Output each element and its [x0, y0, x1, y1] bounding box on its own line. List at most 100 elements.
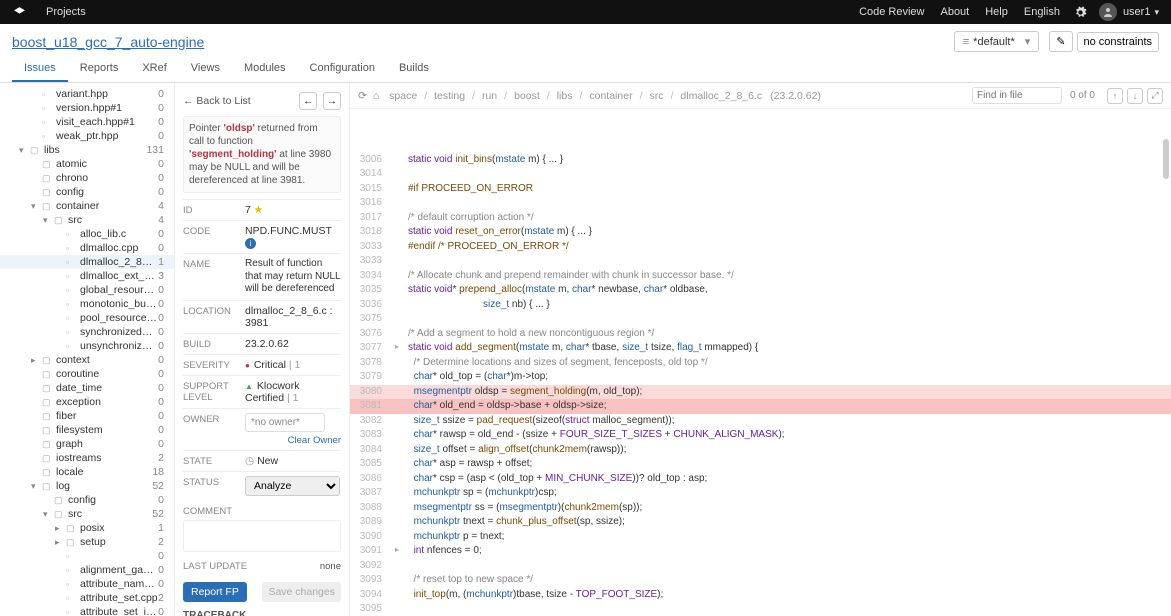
tree-file[interactable]: unsynchronized_pool…0 — [0, 339, 174, 353]
no-constraints-button[interactable]: no constraints — [1077, 32, 1159, 52]
tree-folder[interactable]: config0 — [0, 185, 174, 199]
tree-folder[interactable]: ▸posix1 — [0, 521, 174, 535]
code-line[interactable]: 3077▸static void add_segment(mstate m, c… — [350, 341, 1171, 356]
project-title[interactable]: boost_u18_gcc_7_auto-engine — [12, 34, 204, 50]
tree-folder[interactable]: ▾container4 — [0, 199, 174, 213]
nav-code-review[interactable]: Code Review — [859, 6, 924, 18]
code-line[interactable]: 3015#if PROCEED_ON_ERROR — [350, 182, 1171, 197]
next-issue-button[interactable]: → — [323, 92, 341, 110]
tab-configuration[interactable]: Configuration — [298, 56, 387, 82]
info-icon[interactable]: i — [245, 238, 256, 249]
tab-issues[interactable]: Issues — [12, 56, 68, 82]
code-line[interactable]: 3091▸ int nfences = 0; — [350, 544, 1171, 559]
tree-file[interactable]: alignment_gap_betwe…0 — [0, 563, 174, 577]
nav-projects[interactable]: Projects — [46, 6, 86, 18]
tab-builds[interactable]: Builds — [387, 56, 441, 82]
code-line[interactable]: 3089 mchunkptr tnext = chunk_plus_offset… — [350, 515, 1171, 530]
tree-folder[interactable]: graph0 — [0, 437, 174, 451]
refresh-icon[interactable]: ⟳ — [358, 90, 367, 102]
tree-folder[interactable]: iostreams2 — [0, 451, 174, 465]
tree-file[interactable]: global_resource.cpp0 — [0, 283, 174, 297]
tree-folder[interactable]: ▾libs131 — [0, 143, 174, 157]
code-line[interactable]: 3016 — [350, 196, 1171, 211]
code-line[interactable]: 3035static void* prepend_alloc(mstate m,… — [350, 283, 1171, 298]
owner-field[interactable]: *no owner* — [245, 413, 325, 432]
tree-folder[interactable]: ▾src4 — [0, 213, 174, 227]
tree-file[interactable]: dlmalloc.cpp0 — [0, 241, 174, 255]
tab-modules[interactable]: Modules — [232, 56, 298, 82]
code-line[interactable]: 3076/* Add a segment to hold a new nonco… — [350, 327, 1171, 342]
code-line[interactable]: 3092 — [350, 559, 1171, 574]
find-prev-button[interactable]: ↑ — [1107, 88, 1123, 104]
code-line[interactable]: 3090 mchunkptr p = tnext; — [350, 530, 1171, 545]
prev-issue-button[interactable]: ← — [299, 92, 317, 110]
comment-textarea[interactable] — [183, 520, 341, 552]
code-line[interactable]: 3079 char* old_top = (char*)m->top; — [350, 370, 1171, 385]
tab-views[interactable]: Views — [179, 56, 232, 82]
home-icon[interactable]: ⌂ — [373, 90, 379, 102]
tree-folder[interactable]: locale18 — [0, 465, 174, 479]
code-line[interactable]: 3017/* default corruption action */ — [350, 211, 1171, 226]
back-to-list[interactable]: ← Back to List — [183, 95, 251, 107]
code-line[interactable]: 3080 msegmentptr oldsp = segment_holding… — [350, 385, 1171, 400]
tree-folder[interactable]: ▾src52 — [0, 507, 174, 521]
tree-folder[interactable]: filesystem0 — [0, 423, 174, 437]
tree-folder[interactable]: ▾log52 — [0, 479, 174, 493]
tree-folder[interactable]: exception0 — [0, 395, 174, 409]
code-line[interactable]: 3083 char* rawsp = old_end - (ssize + FO… — [350, 428, 1171, 443]
scrollbar-thumb[interactable] — [1163, 139, 1169, 179]
tab-reports[interactable]: Reports — [68, 56, 131, 82]
app-logo[interactable] — [12, 5, 26, 19]
tree-folder[interactable]: ▸setup2 — [0, 535, 174, 549]
tree-file[interactable]: dlmalloc_2_8_6.c1 — [0, 255, 174, 269]
tree-folder[interactable]: fiber0 — [0, 409, 174, 423]
code-line[interactable]: 3095 — [350, 602, 1171, 616]
code-line[interactable]: 3018static void reset_on_error(mstate m)… — [350, 225, 1171, 240]
code-line[interactable]: 3085 char* asp = rawsp + offset; — [350, 457, 1171, 472]
find-next-button[interactable]: ↓ — [1127, 88, 1143, 104]
tree-file[interactable]: attribute_set.cpp2 — [0, 591, 174, 605]
code-line[interactable]: 3006static void init_bins(mstate m) { ..… — [350, 153, 1171, 168]
user-avatar[interactable] — [1099, 3, 1117, 21]
nav-language[interactable]: English — [1024, 6, 1060, 18]
code-line[interactable]: 3084 size_t offset = align_offset(chunk2… — [350, 443, 1171, 458]
tree-file[interactable]: version.hpp#10 — [0, 101, 174, 115]
tree-file[interactable]: visit_each.hpp#10 — [0, 115, 174, 129]
view-selector[interactable]: ≡ *default* ▾ — [954, 31, 1040, 52]
tree-folder[interactable]: config0 — [0, 493, 174, 507]
tree-folder[interactable]: date_time0 — [0, 381, 174, 395]
code-line[interactable]: 3014 — [350, 167, 1171, 182]
edit-view-button[interactable]: ✎ — [1049, 31, 1072, 52]
code-line[interactable]: 3086 char* csp = (asp < (old_top + MIN_C… — [350, 472, 1171, 487]
code-line[interactable]: 3081 char* old_end = oldsp->base + oldsp… — [350, 399, 1171, 414]
find-in-file-input[interactable] — [972, 87, 1062, 104]
clear-owner-link[interactable]: Clear Owner — [288, 435, 341, 446]
gear-icon[interactable] — [1074, 6, 1087, 19]
code-line[interactable]: 3078 /* Determine locations and sizes of… — [350, 356, 1171, 371]
save-changes-button[interactable]: Save changes — [262, 582, 341, 602]
tree-folder[interactable]: ▸context0 — [0, 353, 174, 367]
expand-code-button[interactable]: ⤢ — [1147, 88, 1163, 104]
code-line[interactable]: 3034/* Allocate chunk and prepend remain… — [350, 269, 1171, 284]
tree-file[interactable]: alloc_lib.c0 — [0, 227, 174, 241]
star-icon[interactable]: ★ — [254, 204, 263, 216]
code-line[interactable]: 3087 mchunkptr sp = (mchunkptr)csp; — [350, 486, 1171, 501]
user-menu-caret[interactable]: ▾ — [1154, 7, 1159, 18]
code-line[interactable]: 3093 /* reset top to new space */ — [350, 573, 1171, 588]
nav-about[interactable]: About — [940, 6, 969, 18]
tab-xref[interactable]: XRef — [130, 56, 178, 82]
code-line[interactable]: 3033#endif /* PROCEED_ON_ERROR */ — [350, 240, 1171, 255]
tree-file[interactable]: dlmalloc_ext_2_8_6.c3 — [0, 269, 174, 283]
tree-folder[interactable]: atomic0 — [0, 157, 174, 171]
report-fp-button[interactable]: Report FP — [183, 582, 247, 602]
tree-file[interactable]: weak_ptr.hpp0 — [0, 129, 174, 143]
tree-folder[interactable]: chrono0 — [0, 171, 174, 185]
code-line[interactable]: 3094 init_top(m, (mchunkptr)tbase, tsize… — [350, 588, 1171, 603]
tree-file[interactable]: attribute_set_impl.hpp0 — [0, 605, 174, 616]
code-line[interactable]: 3082 size_t ssize = pad_request(sizeof(s… — [350, 414, 1171, 429]
code-body[interactable]: 3006static void init_bins(mstate m) { ..… — [350, 109, 1171, 616]
status-select[interactable]: Analyze — [245, 476, 340, 496]
code-line[interactable]: 3036 size_t nb) { ... } — [350, 298, 1171, 313]
tree-file[interactable]: attribute_name.cpp0 — [0, 577, 174, 591]
code-line[interactable]: 3088 msegmentptr ss = (msegmentptr)(chun… — [350, 501, 1171, 516]
